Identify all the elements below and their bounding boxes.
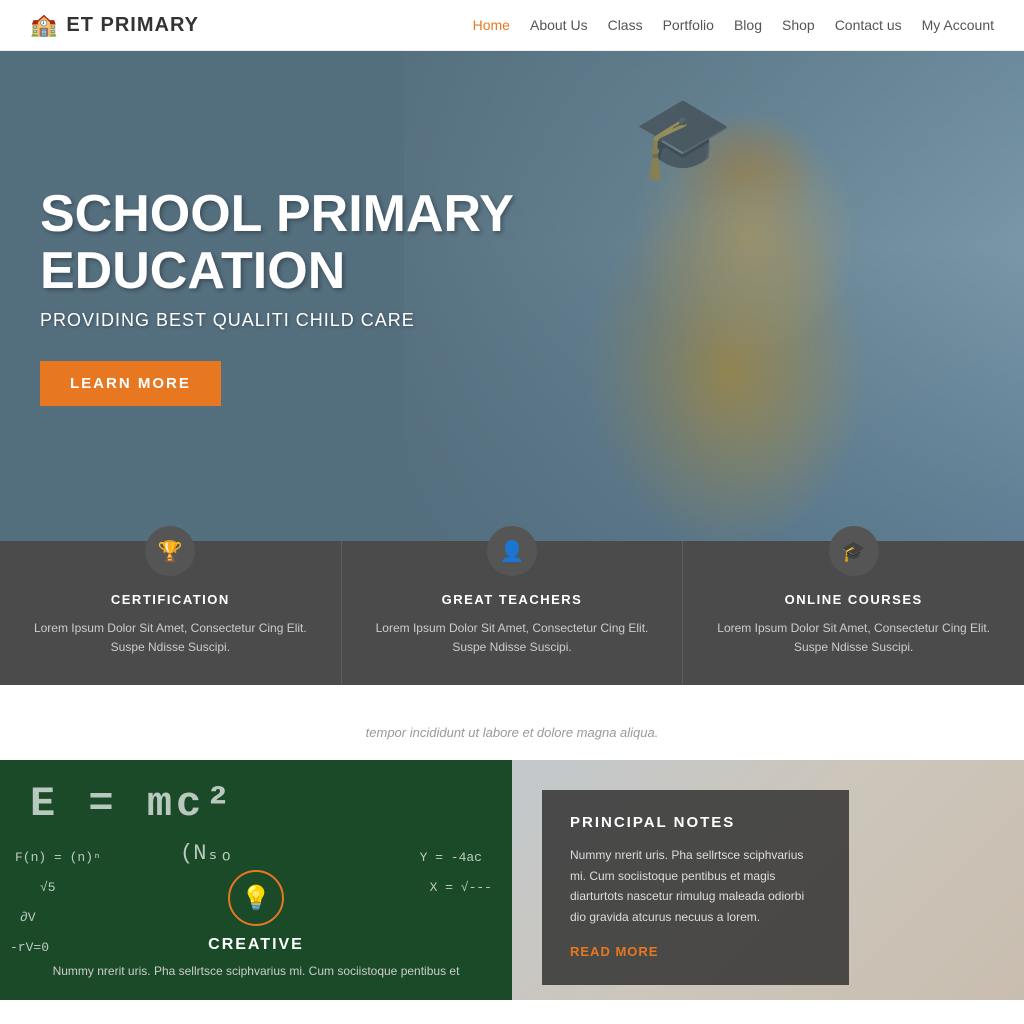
- formula-5: Y = -4ac: [420, 850, 482, 865]
- nav-contact[interactable]: Contact us: [835, 17, 902, 33]
- logo-icon: 🏫: [30, 12, 58, 38]
- hero-title-line1: SCHOOL PRIMARY: [40, 185, 514, 243]
- hero-subtitle: PROVIDING BEST QUALITI CHILD CARE: [40, 310, 514, 331]
- bulb-emoji: 💡: [241, 884, 271, 913]
- teachers-desc: Lorem Ipsum Dolor Sit Amet, Consectetur …: [366, 619, 659, 657]
- learn-more-button[interactable]: LEARN MORE: [40, 361, 221, 406]
- certification-title: CERTIFICATION: [24, 592, 317, 607]
- creative-title: CREATIVE: [33, 936, 480, 954]
- certification-desc: Lorem Ipsum Dolor Sit Amet, Consectetur …: [24, 619, 317, 657]
- nav-account[interactable]: My Account: [922, 17, 994, 33]
- feature-card-courses: 🎓 ONLINE COURSES Lorem Ipsum Dolor Sit A…: [683, 541, 1024, 685]
- feature-card-teachers: 👤 GREAT TEACHERS Lorem Ipsum Dolor Sit A…: [342, 541, 684, 685]
- logo-text: ET PRIMARY: [66, 14, 199, 37]
- panel-left-content: 💡 CREATIVE Nummy nrerit uris. Pha sellrt…: [33, 870, 480, 980]
- principal-notes-desc: Nummy nrerit uris. Pha sellrtsce sciphva…: [570, 845, 821, 927]
- teachers-icon: 👤: [487, 526, 537, 576]
- feature-card-certification: 🏆 CERTIFICATION Lorem Ipsum Dolor Sit Am…: [0, 541, 342, 685]
- logo: 🏫 ET PRIMARY: [30, 12, 199, 38]
- read-more-link[interactable]: READ MORE: [570, 944, 658, 959]
- creative-desc: Nummy nrerit uris. Pha sellrtsce sciphva…: [33, 962, 480, 980]
- middle-subtitle: tempor incididunt ut labore et dolore ma…: [30, 725, 994, 740]
- features-section: 🏆 CERTIFICATION Lorem Ipsum Dolor Sit Am…: [0, 541, 1024, 685]
- formula-1: F(n) = (n)ⁿ: [15, 850, 101, 865]
- courses-desc: Lorem Ipsum Dolor Sit Amet, Consectetur …: [707, 619, 1000, 657]
- nav-blog[interactable]: Blog: [734, 17, 762, 33]
- nav-portfolio[interactable]: Portfolio: [663, 17, 714, 33]
- bulb-icon: 💡: [228, 870, 284, 926]
- formula-emc2: E = mc²: [30, 780, 234, 828]
- main-nav: Home About Us Class Portfolio Blog Shop …: [473, 17, 994, 33]
- hero-title: SCHOOL PRIMARY EDUCATION: [40, 186, 514, 300]
- middle-section: tempor incididunt ut labore et dolore ma…: [0, 685, 1024, 760]
- hero-section: SCHOOL PRIMARY EDUCATION PROVIDING BEST …: [0, 51, 1024, 541]
- hero-content: SCHOOL PRIMARY EDUCATION PROVIDING BEST …: [0, 186, 554, 406]
- header: 🏫 ET PRIMARY Home About Us Class Portfol…: [0, 0, 1024, 51]
- bottom-panels: E = mc² F(n) = (n)ⁿ √5 ∂V -rV=0 Y = -4ac…: [0, 760, 1024, 1000]
- nav-home[interactable]: Home: [473, 17, 510, 33]
- hero-title-line2: EDUCATION: [40, 242, 345, 300]
- courses-title: ONLINE COURSES: [707, 592, 1000, 607]
- formula-7: (Nₛₒ: [180, 840, 233, 866]
- teachers-title: GREAT TEACHERS: [366, 592, 659, 607]
- nav-shop[interactable]: Shop: [782, 17, 815, 33]
- panel-creative: E = mc² F(n) = (n)ⁿ √5 ∂V -rV=0 Y = -4ac…: [0, 760, 512, 1000]
- certification-icon: 🏆: [145, 526, 195, 576]
- principal-notes-title: PRINCIPAL NOTES: [570, 814, 821, 831]
- courses-icon: 🎓: [829, 526, 879, 576]
- nav-class[interactable]: Class: [608, 17, 643, 33]
- nav-about[interactable]: About Us: [530, 17, 588, 33]
- principal-notes-card: PRINCIPAL NOTES Nummy nrerit uris. Pha s…: [542, 790, 849, 985]
- panel-principal: PRINCIPAL NOTES Nummy nrerit uris. Pha s…: [512, 760, 1024, 1000]
